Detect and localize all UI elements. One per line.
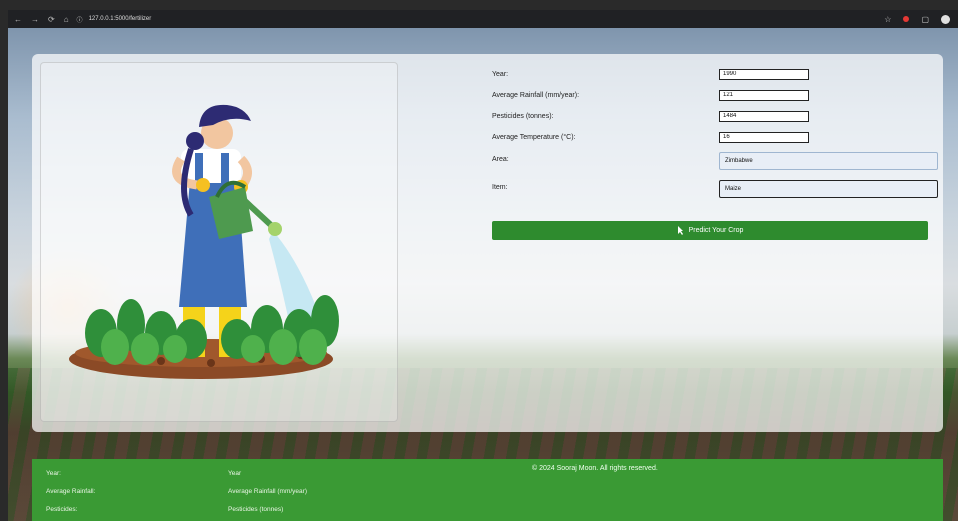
- item-select[interactable]: Maize: [719, 180, 938, 198]
- copyright-text: © 2024 Sooraj Moon. All rights reserved.: [532, 465, 658, 472]
- rainfall-input[interactable]: [719, 89, 809, 101]
- predict-crop-button[interactable]: Predict Your Crop: [492, 221, 928, 240]
- footer-left-label: Year:: [46, 470, 61, 477]
- gardener-illustration: [69, 104, 339, 379]
- footer-left-label: Average Rainfall:: [46, 488, 96, 495]
- extension-icon[interactable]: [903, 16, 910, 22]
- predict-button-label: Predict Your Crop: [688, 227, 744, 234]
- item-label: Item:: [492, 184, 508, 191]
- puzzle-icon[interactable]: ▢: [921, 15, 929, 24]
- illustration-panel: [40, 62, 398, 422]
- browser-toolbar: ← → ⟳ ⌂ ⓘ 127.0.0.1:5000/fertilizer ☆ ▢: [8, 10, 958, 28]
- address-bar[interactable]: ⓘ 127.0.0.1:5000/fertilizer: [77, 15, 152, 24]
- home-icon[interactable]: ⌂: [64, 15, 69, 24]
- area-label: Area:: [492, 156, 509, 163]
- year-input[interactable]: [719, 68, 809, 80]
- cursor-icon: [677, 226, 683, 235]
- pesticides-label: Pesticides (tonnes):: [492, 112, 554, 120]
- footer-right-label: Pesticides (tonnes): [228, 506, 284, 513]
- area-select[interactable]: Zimbabwe: [719, 152, 938, 170]
- pesticides-input[interactable]: [719, 110, 809, 122]
- page-background: Year: Average Rainfall (mm/year): Pestic…: [8, 28, 958, 521]
- profile-icon[interactable]: [941, 14, 950, 24]
- footer-right-label: Average Rainfall (mm/year): [228, 488, 307, 495]
- footer-right-label: Year: [228, 470, 242, 477]
- year-label: Year:: [492, 70, 509, 78]
- footer-left-label: Pesticides:: [46, 506, 78, 513]
- footer: Year: Average Rainfall: Pesticides: Year…: [32, 459, 943, 521]
- star-icon[interactable]: ☆: [884, 15, 891, 24]
- reload-icon[interactable]: ⟳: [48, 15, 55, 24]
- rainfall-label: Average Rainfall (mm/year):: [492, 91, 580, 99]
- main-card: Year: Average Rainfall (mm/year): Pestic…: [32, 54, 943, 432]
- site-info-icon[interactable]: ⓘ: [77, 15, 83, 24]
- forward-icon[interactable]: →: [31, 15, 39, 24]
- back-icon[interactable]: ←: [14, 15, 22, 24]
- temperature-label: Average Temperature (°C):: [492, 133, 576, 141]
- temperature-input[interactable]: [719, 131, 809, 143]
- url-text: 127.0.0.1:5000/fertilizer: [88, 16, 152, 22]
